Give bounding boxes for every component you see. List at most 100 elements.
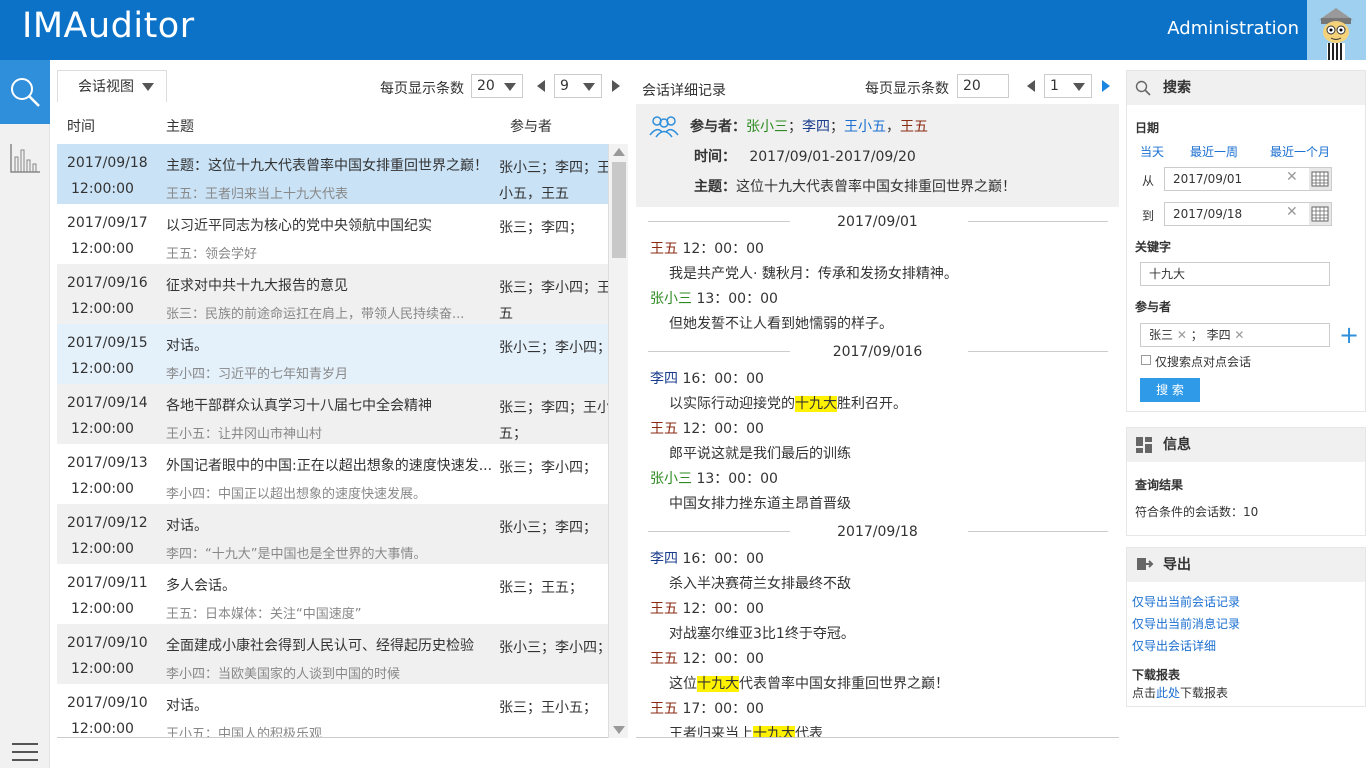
- nav-statistics[interactable]: [0, 126, 50, 190]
- message-time: 16：00：00: [682, 371, 764, 387]
- p2p-only-label: 仅搜索点对点会话: [1155, 355, 1252, 369]
- table-row[interactable]: 2017/09/17 12:00:00 以习近平同志为核心的党中央领航中国纪实 王五：…: [57, 204, 608, 264]
- row-latest-message: 王五：日本媒体：关注“中国速度”: [166, 607, 362, 622]
- row-participants: 张三；李小四；: [499, 460, 597, 476]
- info-title: 信息: [1163, 437, 1191, 453]
- table-row[interactable]: 2017/09/10 12:00:00 对话。 王小五：中国人的积极乐观 张三；王小五；: [57, 684, 608, 737]
- export-box: 导出 仅导出当前会话记录 仅导出当前消息记录 仅导出会话详细 下载报表 点击此处…: [1126, 547, 1366, 707]
- message-text-part: 胜利召开。: [837, 396, 907, 412]
- message-sender: 王五: [650, 651, 678, 667]
- participant-name[interactable]: 张小三: [746, 119, 788, 135]
- row-subject: 以习近平同志为核心的党中央领航中国纪实: [166, 218, 432, 234]
- search-header: 搜索: [1127, 71, 1365, 105]
- scroll-down-icon[interactable]: [613, 726, 625, 734]
- from-date-field[interactable]: 2017/09/01: [1164, 167, 1332, 191]
- message-time: 12：00：00: [682, 241, 764, 257]
- page-select[interactable]: 9: [554, 74, 602, 98]
- avatar[interactable]: [1307, 0, 1366, 60]
- search-button[interactable]: 搜 索: [1140, 378, 1200, 402]
- chevron-down-icon: [1073, 83, 1085, 91]
- row-latest-message: 王小五：让井冈山市神山村: [166, 427, 323, 442]
- calendar-icon[interactable]: [1309, 203, 1331, 225]
- message-sender: 王五: [650, 241, 678, 257]
- scroll-up-icon[interactable]: [613, 148, 625, 156]
- quick-last-month[interactable]: 最近一个月: [1270, 143, 1330, 160]
- table-row[interactable]: 2017/09/15 12:00:00 对话。 李小四：习近平的七年知青岁月 张小三；李…: [57, 324, 608, 384]
- bar-chart-icon: [10, 144, 40, 173]
- export-current-conversation-link[interactable]: 仅导出当前会话记录: [1132, 593, 1240, 610]
- participant-name[interactable]: 王小五: [844, 119, 886, 135]
- row-date: 2017/09/10: [67, 635, 148, 651]
- row-time: 12:00:00: [71, 361, 134, 377]
- keyword-highlight: 十九大: [697, 676, 739, 692]
- calendar-icon[interactable]: [1309, 168, 1331, 190]
- table-row[interactable]: 2017/09/18 12:00:00 主题：这位十九大代表曾率中国女排重回世界之巅…: [57, 144, 608, 204]
- table-row[interactable]: 2017/09/13 12:00:00 外国记者眼中的中国:正在以超出想象的速度快速…: [57, 444, 608, 504]
- info-subject-value: 这位十九大代表曾率中国女排重回世界之巅！: [736, 179, 1016, 195]
- row-latest-message: 王五：王者归来当上十九大代表: [166, 187, 349, 202]
- list-scrollbar[interactable]: [608, 144, 628, 738]
- message-text-part: 以实际行动迎接党的: [669, 396, 795, 412]
- table-row[interactable]: 2017/09/16 12:00:00 征求对中共十九大报告的意见 张三：民族的前途命…: [57, 264, 608, 324]
- p2p-only-checkbox[interactable]: [1141, 355, 1151, 365]
- detail-page-select[interactable]: 1: [1044, 74, 1092, 98]
- scroll-thumb[interactable]: [612, 162, 626, 258]
- row-date: 2017/09/17: [67, 215, 148, 231]
- row-latest-message: 李四：“十九大”是中国也是全世界的大事情。: [166, 547, 427, 562]
- row-latest-message: 王五：领会学好: [166, 247, 258, 262]
- message-text: 王者归来当上十九大代表: [636, 722, 1119, 737]
- row-time: 12:00:00: [71, 481, 134, 497]
- view-selector[interactable]: 会话视图: [57, 70, 167, 102]
- export-current-messages-link[interactable]: 仅导出当前消息记录: [1132, 615, 1240, 632]
- participants-input[interactable]: 张三 ✕ ； 李四 ✕: [1140, 323, 1330, 347]
- row-date: 2017/09/15: [67, 335, 148, 351]
- clear-icon[interactable]: ✕: [1286, 169, 1298, 185]
- message-time: 12：00：00: [682, 601, 764, 617]
- clear-icon[interactable]: ✕: [1286, 204, 1298, 220]
- report-download-link[interactable]: 此处: [1156, 686, 1180, 700]
- keyword-input[interactable]: 十九大: [1140, 262, 1330, 286]
- row-time: 12:00:00: [71, 421, 134, 437]
- quick-today[interactable]: 当天: [1140, 143, 1164, 160]
- column-header-time[interactable]: 时间: [67, 116, 95, 136]
- search-title: 搜索: [1163, 80, 1191, 96]
- table-row[interactable]: 2017/09/12 12:00:00 对话。 李四：“十九大”是中国也是全世界的大事…: [57, 504, 608, 564]
- row-subject: 全面建成小康社会得到人民认可、经得起历史检验: [166, 638, 474, 654]
- remove-token-icon[interactable]: ✕: [1234, 328, 1244, 342]
- column-header-participants[interactable]: 参与者: [510, 116, 552, 136]
- table-row[interactable]: 2017/09/10 12:00:00 全面建成小康社会得到人民认可、经得起历史检验…: [57, 624, 608, 684]
- remove-token-icon[interactable]: ✕: [1177, 328, 1187, 342]
- message-header: 张小三 13：00：00: [636, 287, 1119, 312]
- date-divider-label: 2017/09/01: [837, 214, 918, 230]
- info-time-line: 时间： 2017/09/01-2017/09/20: [694, 146, 916, 166]
- detail-next-page-icon[interactable]: [1102, 80, 1110, 92]
- quick-last-week[interactable]: 最近一周: [1190, 143, 1238, 160]
- participant-name[interactable]: 王五: [900, 119, 928, 135]
- message-sender: 李四: [650, 371, 678, 387]
- info-time-label: 时间：: [694, 149, 736, 165]
- to-date-field[interactable]: 2017/09/18: [1164, 202, 1332, 226]
- row-participants: 张小三；李小四；: [499, 340, 608, 356]
- nav-search[interactable]: [0, 60, 50, 124]
- participant-name[interactable]: 李四: [802, 119, 830, 135]
- next-page-icon[interactable]: [612, 80, 620, 92]
- message-time: 17：00：00: [682, 701, 764, 717]
- prev-page-icon[interactable]: [537, 80, 545, 92]
- date-label: 日期: [1135, 121, 1160, 135]
- message-text-part: 郎平说这就是我们最后的训练: [669, 446, 851, 462]
- detail-prev-page-icon[interactable]: [1027, 80, 1035, 92]
- row-participants: 张三；李小四；王五: [499, 280, 608, 322]
- table-row[interactable]: 2017/09/11 12:00:00 多人会话。 王五：日本媒体：关注“中国速度” 张…: [57, 564, 608, 624]
- row-latest-message: 李小四：中国正以超出想象的速度快速发展。: [166, 487, 427, 502]
- administration-link[interactable]: Administration: [1167, 18, 1299, 39]
- table-row[interactable]: 2017/09/14 12:00:00 各地干部群众认真学习十八届七中全会精神 王小五…: [57, 384, 608, 444]
- row-subject: 主题：这位十九大代表曾率中国女排重回世界之巅！: [166, 158, 488, 174]
- export-conversation-detail-link[interactable]: 仅导出会话详细: [1132, 637, 1216, 654]
- detail-per-page-input[interactable]: 20: [957, 74, 1009, 98]
- keyword-value: 十九大: [1149, 267, 1186, 281]
- column-header-subject[interactable]: 主题: [166, 116, 194, 136]
- left-nav: [0, 60, 50, 768]
- menu-icon[interactable]: [12, 743, 38, 767]
- add-participant-icon[interactable]: +: [1339, 323, 1359, 347]
- per-page-select[interactable]: 20: [471, 74, 523, 98]
